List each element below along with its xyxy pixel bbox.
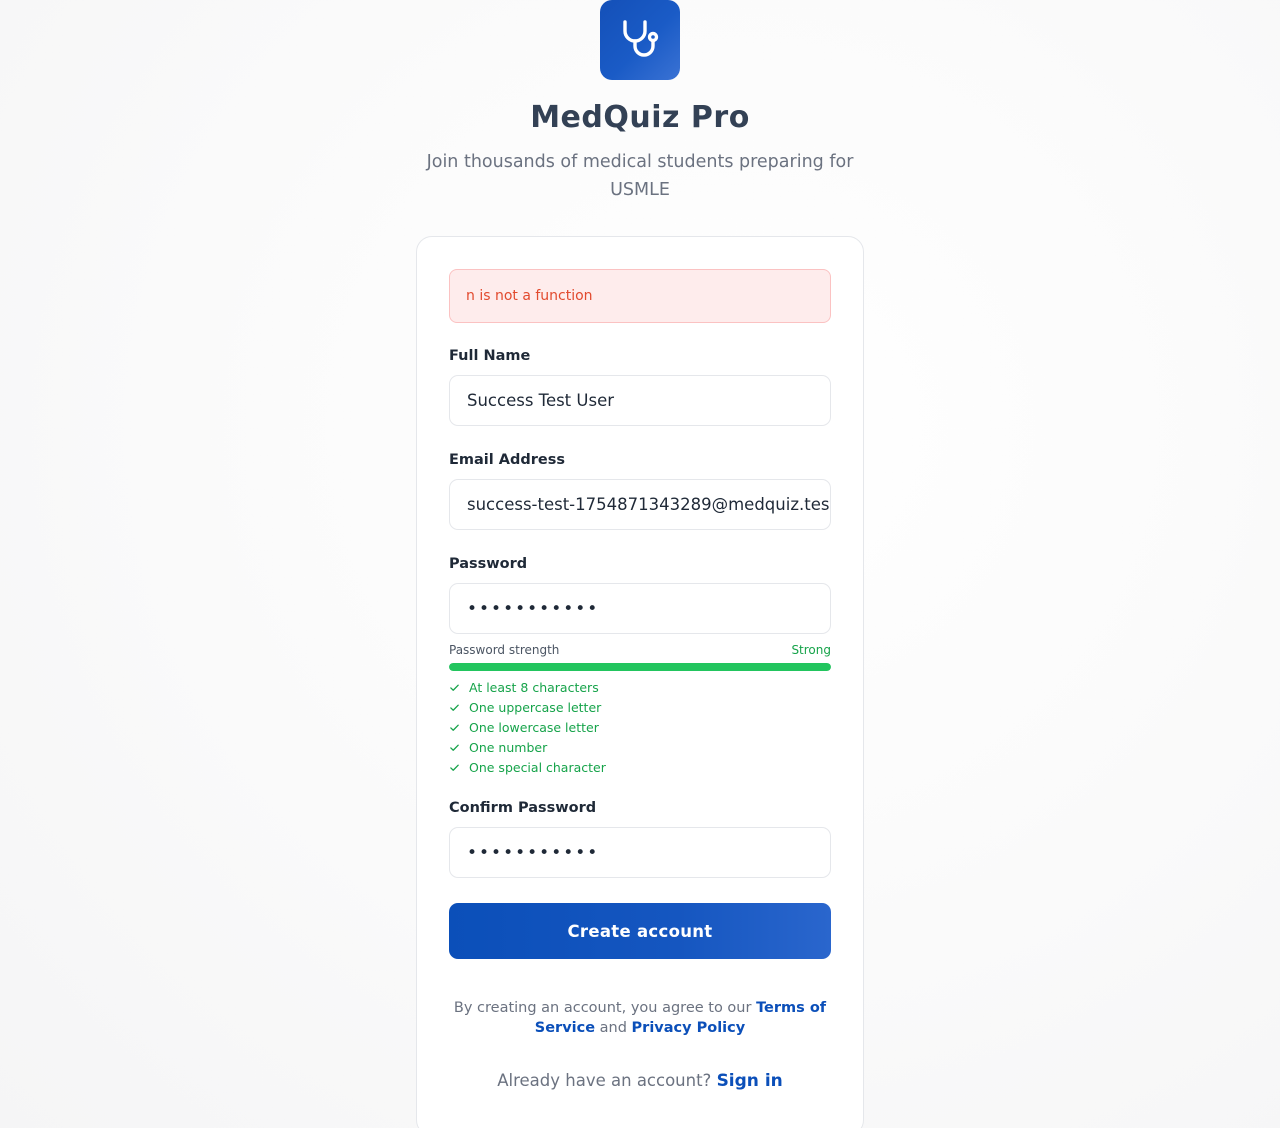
email-label: Email Address [449,452,566,468]
terms-notice: By creating an account, you agree to our… [449,998,831,1038]
requirement-item: One lowercase letter [449,717,606,737]
password-input[interactable]: ••••••••••• [449,583,831,634]
password-value: ••••••••••• [467,598,600,619]
check-icon [449,742,469,753]
check-icon [449,702,469,713]
full-name-label: Full Name [449,348,531,364]
full-name-input[interactable]: Success Test User [449,375,831,426]
sign-in-link[interactable]: Sign in [717,1071,783,1091]
email-input[interactable]: success-test-1754871343289@medquiz.test [449,479,831,530]
privacy-policy-link[interactable]: Privacy Policy [632,1020,746,1036]
create-account-button[interactable]: Create account [449,903,831,959]
confirm-password-label: Confirm Password [449,800,597,816]
password-strength-bar [449,663,831,671]
check-icon [449,722,469,733]
app-title: MedQuiz Pro [530,100,750,135]
requirement-text: One number [469,739,548,755]
error-alert: n is not a function [449,269,831,323]
app-subtitle: Join thousands of medical students prepa… [426,152,854,200]
confirm-password-value: ••••••••••• [467,842,600,863]
confirm-password-input[interactable]: ••••••••••• [449,827,831,878]
check-icon [449,762,469,773]
requirement-item: At least 8 characters [449,677,606,697]
signin-text: Already have an account? [497,1071,717,1090]
full-name-value: Success Test User [467,391,615,410]
requirement-text: One uppercase letter [469,699,602,715]
terms-prefix: By creating an account, you agree to our [453,1000,757,1016]
stethoscope-icon [623,20,659,57]
app-logo [600,0,680,80]
requirement-text: At least 8 characters [469,679,599,695]
requirement-text: One lowercase letter [469,719,599,735]
password-label: Password [449,556,528,572]
password-strength-label: Password strength [449,643,560,657]
requirement-text: One special character [469,759,606,775]
email-value: success-test-1754871343289@medquiz.test [467,495,831,514]
requirement-item: One number [449,737,606,757]
password-strength-row: Password strength Strong [449,643,831,657]
password-requirements: At least 8 characters One uppercase lett… [449,677,606,777]
check-icon [449,682,469,693]
signin-prompt: Already have an account? Sign in [0,1071,1280,1091]
terms-and: and [595,1020,632,1036]
password-strength-fill [449,663,831,671]
requirement-item: One special character [449,757,606,777]
password-strength-value: Strong [791,643,831,657]
error-message: n is not a function [466,288,593,304]
requirement-item: One uppercase letter [449,697,606,717]
